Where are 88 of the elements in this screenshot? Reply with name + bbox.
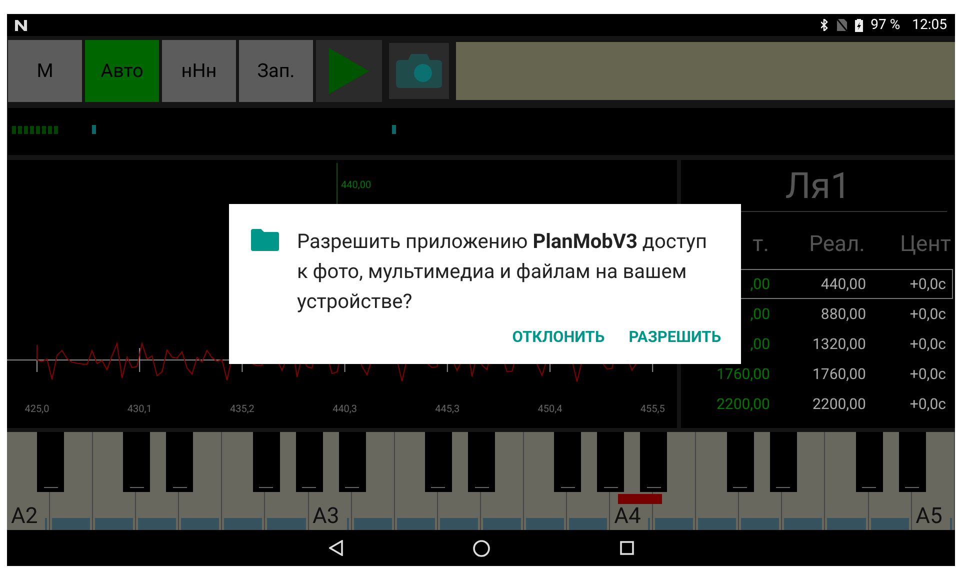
axis-tick-label: 450,4 [538, 403, 562, 417]
sharp-key[interactable] [296, 432, 323, 492]
key-strip [354, 518, 392, 530]
table-cell: 2200,00 [812, 394, 866, 413]
key-strip [655, 518, 694, 530]
key-strip [95, 518, 134, 530]
key-strip [224, 518, 262, 530]
table-cell: ,00 [750, 274, 770, 293]
sharp-key[interactable] [770, 432, 797, 492]
table-cell: +0,0c [910, 394, 946, 413]
axis-tick-label: 440,3 [332, 403, 358, 417]
play-icon [329, 48, 369, 94]
sharp-key[interactable] [726, 432, 754, 492]
table-cell: 440,00 [820, 274, 866, 293]
key-strip [45, 518, 48, 530]
key-strip [181, 518, 220, 530]
dialog-button[interactable]: РАЗРЕШИТЬ [626, 322, 723, 354]
clock: 12:05 [912, 16, 947, 34]
key-strip [482, 518, 521, 530]
key-strip [741, 518, 780, 530]
table-cell: 1760,00 [812, 364, 866, 383]
folder-icon [251, 229, 279, 251]
key-strip [698, 518, 736, 530]
sharp-key[interactable] [640, 432, 668, 492]
key-strip [138, 518, 176, 530]
sharp-key[interactable] [597, 432, 624, 492]
toolbar-button[interactable]: М [8, 40, 82, 102]
key-strip [52, 518, 90, 530]
key-strip [870, 518, 909, 530]
n-logo-icon [15, 20, 27, 30]
axis-tick-label: 455,5 [640, 403, 665, 417]
key-strip [827, 518, 866, 530]
sharp-key[interactable] [123, 432, 150, 492]
dialog-button[interactable]: ОТКЛОНИТЬ [510, 322, 607, 354]
key-strip [396, 518, 435, 530]
camera-icon [396, 54, 442, 88]
toolbar-button[interactable]: нНн [162, 40, 236, 102]
axis-tick-label: 435,2 [230, 403, 254, 417]
column-header: Цент [900, 232, 951, 257]
key-strip [950, 518, 952, 530]
table-cell: 2200,00 [716, 394, 770, 413]
table-cell: +0,0c [910, 364, 946, 383]
home-icon[interactable] [472, 540, 490, 556]
toolbar-button[interactable]: Авто [85, 40, 159, 102]
column-header: т. [752, 232, 769, 257]
sharp-key[interactable] [37, 432, 64, 492]
key-strip [346, 518, 349, 530]
sharp-key[interactable] [856, 432, 883, 492]
key-strip [784, 518, 822, 530]
marker-label: 440,00 [341, 179, 372, 193]
table-cell: +0,0c [910, 304, 946, 323]
sharp-key[interactable] [554, 432, 582, 492]
column-header: Реал. [809, 232, 865, 257]
dialog-message: Разрешить приложению PlanMobV3 доступ к фото, мультимедиа и файлам на вашем устройстве? [297, 228, 708, 315]
key-label: A4 [614, 504, 641, 530]
table-cell: +0,0c [910, 334, 946, 353]
key-label: A2 [11, 504, 38, 530]
bluetooth-icon [820, 19, 829, 31]
key-strip [569, 518, 608, 530]
axis-tick-label: 445,3 [435, 403, 460, 417]
toolbar-button[interactable]: Зап. [239, 40, 313, 102]
battery-percent: 97 % [870, 16, 900, 34]
axis-tick-label: 425,0 [24, 403, 50, 417]
table-cell: 1760,00 [716, 364, 770, 383]
table-cell: 880,00 [820, 304, 866, 323]
table-cell: ,00 [750, 304, 770, 323]
table-cell: 1320,00 [812, 334, 866, 353]
table-cell: ,00 [750, 334, 770, 353]
key-strip [526, 518, 564, 530]
key-label: A3 [312, 504, 340, 530]
piano-keyboard[interactable]: A2 A3 A4 A5 [7, 432, 955, 530]
note-highlight [618, 494, 662, 504]
battery-icon [854, 18, 863, 32]
sharp-key[interactable] [424, 432, 452, 492]
sharp-key[interactable] [252, 432, 280, 492]
key-strip [440, 518, 478, 530]
sharp-key[interactable] [338, 432, 366, 492]
recents-icon[interactable] [620, 541, 634, 555]
table-cell: +0,0c [910, 274, 946, 293]
key-strip [267, 518, 306, 530]
sharp-key[interactable] [166, 432, 194, 492]
axis-tick-label: 430,1 [127, 403, 152, 417]
sharp-key[interactable] [898, 432, 926, 492]
key-strip [648, 518, 650, 530]
key-label: A5 [916, 504, 942, 530]
camera-button[interactable] [389, 43, 449, 99]
no-sim-icon [836, 19, 847, 31]
back-icon[interactable] [328, 540, 342, 556]
